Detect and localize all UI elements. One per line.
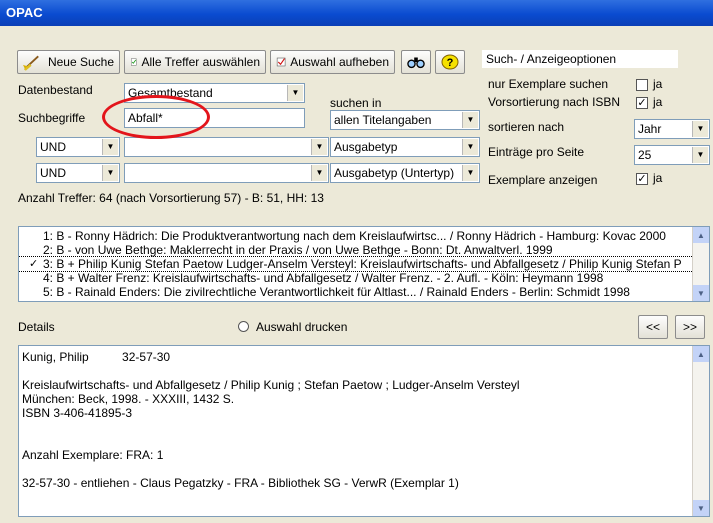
eintraege-label: Einträge pro Seite xyxy=(488,145,585,159)
details-line: 32-57-30 - entliehen - Claus Pegatzky - … xyxy=(22,476,459,490)
nur-exemplare-ja: ja xyxy=(653,77,663,91)
chevron-down-icon[interactable]: ▼ xyxy=(462,165,478,181)
datenbestand-value: Gesamtbestand xyxy=(128,86,213,100)
results-scrollbar[interactable]: ▲ ▼ xyxy=(692,227,709,301)
sortieren-label: sortieren nach xyxy=(488,120,565,134)
next-button[interactable]: >> xyxy=(675,315,705,339)
binoculars-icon xyxy=(407,57,425,69)
details-line xyxy=(22,434,706,448)
vorsortierung-label: Vorsortierung nach ISBN xyxy=(488,95,621,109)
results-list[interactable]: 1: B - Ronny Hädrich: Die Produktverantw… xyxy=(18,226,710,302)
result-text: 2: B - von Uwe Bethge: Maklerrecht in de… xyxy=(43,243,553,257)
suchbegriffe-input[interactable]: Abfall* xyxy=(124,108,305,128)
eintraege-value: 25 xyxy=(638,148,652,162)
clear-selection-label: Auswahl aufheben xyxy=(290,55,389,69)
operator-select-row3[interactable]: UND ▼ xyxy=(36,163,120,183)
opac-window: OPAC Neue Suche Alle Treffer auswählen A… xyxy=(0,0,713,523)
svg-text:?: ? xyxy=(447,57,454,69)
vorsortierung-ja: ja xyxy=(653,95,663,109)
exemplare-anzeigen-label: Exemplare anzeigen xyxy=(488,173,598,187)
new-search-label: Neue Suche xyxy=(47,55,114,69)
field-value-row2: Ausgabetyp xyxy=(334,140,398,154)
list-item[interactable]: 2: B - von Uwe Bethge: Maklerrecht in de… xyxy=(19,243,709,257)
operator-select-row2[interactable]: UND ▼ xyxy=(36,137,120,157)
chevron-down-icon[interactable]: ▼ xyxy=(102,165,118,181)
result-text: 4: B + Walter Frenz: Kreislaufwirtschaft… xyxy=(43,271,604,285)
suchen-in-label: suchen in xyxy=(330,96,382,110)
exemplare-anzeigen-checkbox[interactable]: ✓ xyxy=(636,173,648,185)
term-input-row2[interactable]: ▼ xyxy=(124,137,329,157)
nur-exemplare-label: nur Exemplare suchen xyxy=(488,77,609,91)
uncheck-icon xyxy=(276,57,286,67)
details-panel[interactable]: Kunig, Philip 32-57-30 Kreislaufwirtscha… xyxy=(18,345,710,517)
suchbegriffe-label: Suchbegriffe xyxy=(18,111,86,125)
check-icon: ✓ xyxy=(29,258,39,270)
eintraege-select[interactable]: 25 ▼ xyxy=(634,145,710,165)
details-line: Kunig, Philip 32-57-30 xyxy=(22,350,171,364)
chevron-down-icon[interactable]: ▼ xyxy=(311,139,327,155)
window-title: OPAC xyxy=(0,0,713,26)
operator-value-row3: UND xyxy=(40,166,66,180)
list-item[interactable]: 5: B - Rainald Enders: Die zivilrechtlic… xyxy=(19,285,709,299)
list-item[interactable]: 1: B - Ronny Hädrich: Die Produktverantw… xyxy=(19,229,709,243)
result-text: 1: B - Ronny Hädrich: Die Produktverantw… xyxy=(43,229,666,243)
details-line: Kreislaufwirtschafts- und Abfallgesetz /… xyxy=(22,378,520,392)
chevron-down-icon[interactable]: ▼ xyxy=(462,139,478,155)
result-text: 5: B - Rainald Enders: Die zivilrechtlic… xyxy=(43,285,630,299)
scroll-down-icon[interactable]: ▼ xyxy=(693,285,709,301)
scroll-up-icon[interactable]: ▲ xyxy=(693,346,709,362)
list-item[interactable]: 4: B + Walter Frenz: Kreislaufwirtschaft… xyxy=(19,271,709,285)
chevron-down-icon[interactable]: ▼ xyxy=(102,139,118,155)
broom-icon xyxy=(23,55,39,71)
exemplare-anzeigen-ja: ja xyxy=(653,171,663,185)
chevron-down-icon[interactable]: ▼ xyxy=(462,112,478,128)
field-select-row2[interactable]: Ausgabetyp ▼ xyxy=(330,137,480,157)
help-icon: ? xyxy=(441,54,459,70)
clear-selection-button[interactable]: Auswahl aufheben xyxy=(270,50,395,74)
help-button[interactable]: ? xyxy=(435,50,465,74)
scroll-down-icon[interactable]: ▼ xyxy=(693,500,709,516)
scroll-up-icon[interactable]: ▲ xyxy=(693,227,709,243)
hit-summary: Anzahl Treffer: 64 (nach Vorsortierung 5… xyxy=(18,191,324,205)
field-select-row3[interactable]: Ausgabetyp (Untertyp) ▼ xyxy=(330,163,480,183)
suchen-in-select[interactable]: allen Titelangaben ▼ xyxy=(330,110,480,130)
term-input-row3[interactable]: ▼ xyxy=(124,163,329,183)
details-line xyxy=(22,462,706,476)
print-selection-label[interactable]: Auswahl drucken xyxy=(256,320,347,334)
print-selection-radio[interactable] xyxy=(238,321,249,332)
datenbestand-select[interactable]: Gesamtbestand ▼ xyxy=(124,83,305,103)
sortieren-select[interactable]: Jahr ▼ xyxy=(634,119,710,139)
select-all-label: Alle Treffer auswählen xyxy=(141,55,260,69)
new-search-button[interactable]: Neue Suche xyxy=(17,50,120,74)
list-item[interactable]: ✓ 3: B + Philip Kunig Stefan Paetow Ludge… xyxy=(19,256,709,272)
operator-value-row2: UND xyxy=(40,140,66,154)
details-line: ISBN 3-406-41895-3 xyxy=(22,406,133,420)
details-line xyxy=(22,420,706,434)
details-label: Details xyxy=(18,320,55,334)
prev-button[interactable]: << xyxy=(638,315,668,339)
chevron-down-icon[interactable]: ▼ xyxy=(311,165,327,181)
chevron-down-icon[interactable]: ▼ xyxy=(692,121,708,137)
chevron-down-icon[interactable]: ▼ xyxy=(692,147,708,163)
chevron-down-icon[interactable]: ▼ xyxy=(287,85,303,101)
details-line: München: Beck, 1998. - XXXIII, 1432 S. xyxy=(22,392,235,406)
details-scrollbar[interactable]: ▲ ▼ xyxy=(692,346,709,516)
result-text: 3: B + Philip Kunig Stefan Paetow Ludger… xyxy=(43,257,682,271)
datenbestand-label: Datenbestand xyxy=(18,83,93,97)
details-line: Anzahl Exemplare: FRA: 1 xyxy=(22,448,164,462)
details-line xyxy=(22,364,706,378)
nur-exemplare-checkbox[interactable] xyxy=(636,79,648,91)
sortieren-value: Jahr xyxy=(638,122,662,136)
suchen-in-value: allen Titelangaben xyxy=(334,113,432,127)
search-options-header: Such- / Anzeigeoptionen xyxy=(482,50,678,68)
binoculars-button[interactable] xyxy=(401,50,431,74)
select-all-button[interactable]: Alle Treffer auswählen xyxy=(124,50,266,74)
vorsortierung-checkbox[interactable]: ✓ xyxy=(636,97,648,109)
field-value-row3: Ausgabetyp (Untertyp) xyxy=(334,166,455,180)
checklist-icon xyxy=(131,58,137,66)
